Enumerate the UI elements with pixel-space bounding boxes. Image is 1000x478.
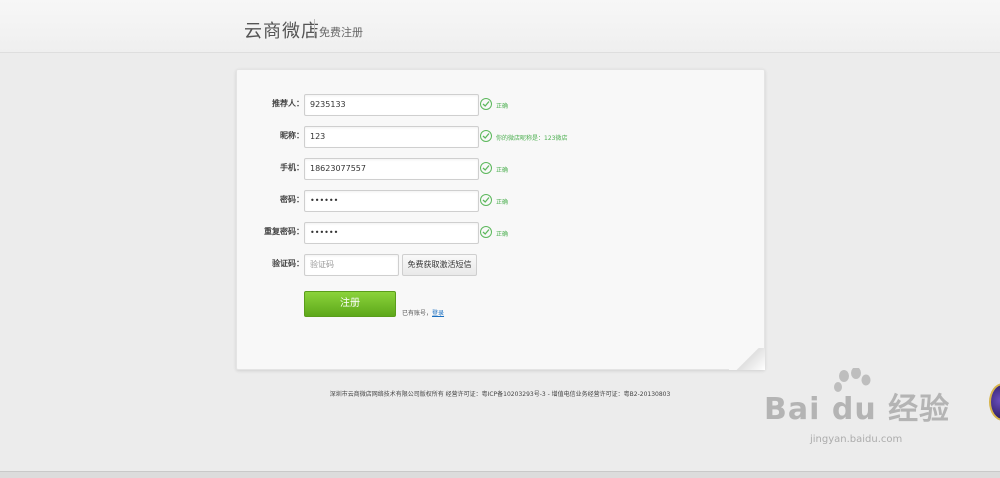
login-link[interactable]: 登录 <box>432 310 444 317</box>
get-sms-code-button[interactable]: 免费获取激活短信 <box>402 254 477 276</box>
captcha-input[interactable]: 验证码 <box>304 254 399 276</box>
check-circle-icon <box>480 194 492 206</box>
check-circle-icon <box>480 130 492 142</box>
nickname-row: 昵称： 123 你的微店昵称是：123微店 <box>237 126 764 148</box>
referrer-row: 推荐人： 9235133 正确 <box>237 94 764 116</box>
register-form-card: 推荐人： 9235133 正确 昵称： 123 你的微店昵称是：123微店 手机… <box>236 69 765 370</box>
header-divider <box>314 19 315 38</box>
watermark-main-text: Bai du 经验 <box>764 392 951 427</box>
phone-label: 手机： <box>280 163 304 172</box>
page-subtitle: 免费注册 <box>319 26 363 39</box>
nickname-status: 你的微店昵称是：123微店 <box>496 135 568 142</box>
password-input[interactable]: •••••• <box>304 190 479 212</box>
watermark-url: jingyan.baidu.com <box>810 434 903 445</box>
phone-input[interactable]: 18623077557 <box>304 158 479 180</box>
register-button[interactable]: 注册 <box>304 291 396 317</box>
confirm-password-row: 重复密码： •••••• 正确 <box>237 222 764 244</box>
phone-status: 正确 <box>496 167 509 174</box>
password-status: 正确 <box>496 199 509 206</box>
page-curl-decoration <box>729 348 765 370</box>
phone-row: 手机： 18623077557 正确 <box>237 158 764 180</box>
check-circle-icon <box>480 98 492 110</box>
referrer-label: 推荐人： <box>272 99 304 108</box>
site-logo[interactable]: 云商微店 <box>244 17 320 43</box>
login-prompt-text: 已有账号， <box>402 310 433 317</box>
referrer-status: 正确 <box>496 103 509 110</box>
nickname-label: 昵称： <box>280 131 304 140</box>
captcha-row: 验证码： 验证码 免费获取激活短信 <box>237 254 764 276</box>
referrer-input[interactable]: 9235133 <box>304 94 479 116</box>
login-prompt: 已有账号，登录 <box>402 308 444 317</box>
confirm-password-label: 重复密码： <box>264 227 304 236</box>
check-circle-icon <box>480 162 492 174</box>
password-row: 密码： •••••• 正确 <box>237 190 764 212</box>
baidu-jingyan-watermark: Bai du 经验 jingyan.baidu.com <box>762 368 952 458</box>
captcha-label: 验证码： <box>272 259 304 268</box>
nickname-input[interactable]: 123 <box>304 126 479 148</box>
confirm-password-input[interactable]: •••••• <box>304 222 479 244</box>
confirm-password-status: 正确 <box>496 231 509 238</box>
password-label: 密码： <box>280 195 304 204</box>
page-header: 云商微店 免费注册 <box>0 0 1000 53</box>
check-circle-icon <box>480 226 492 238</box>
captcha-placeholder: 验证码 <box>310 260 334 269</box>
